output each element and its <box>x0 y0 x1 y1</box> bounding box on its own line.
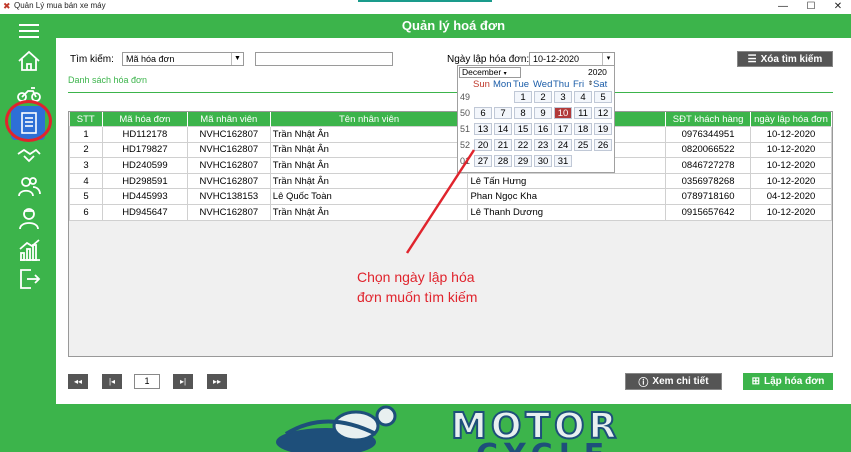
view-details-button[interactable]: ⓘ Xem chi tiết <box>625 373 722 390</box>
banner-text-cycle: CYCLE <box>476 438 610 452</box>
view-details-label: Xem chi tiết <box>652 376 709 387</box>
info-icon: ⓘ <box>638 378 649 389</box>
annotation-line-1: Chọn ngày lập hóa <box>357 269 475 285</box>
first-page-button[interactable]: ◂◂ <box>68 374 88 389</box>
create-invoice-button[interactable]: ⊞ Lập hóa đơn <box>743 373 833 390</box>
add-icon: ⊞ <box>751 376 760 387</box>
last-page-button[interactable]: ▸▸ <box>207 374 227 389</box>
prev-page-button[interactable]: |◂ <box>102 374 122 389</box>
annotation-line-2: đơn muốn tìm kiếm <box>357 289 478 305</box>
create-invoice-label: Lập hóa đơn <box>763 376 825 387</box>
annotation-arrow <box>405 149 476 254</box>
next-page-button[interactable]: ▸| <box>173 374 193 389</box>
page-number-input[interactable]: 1 <box>134 374 160 389</box>
annotation-text: Chọn ngày lập hóa đơn muốn tìm kiếm <box>357 267 477 307</box>
brand-banner: MOTOR CYCLE <box>56 404 851 452</box>
motorcycle-rider-logo <box>276 405 397 452</box>
